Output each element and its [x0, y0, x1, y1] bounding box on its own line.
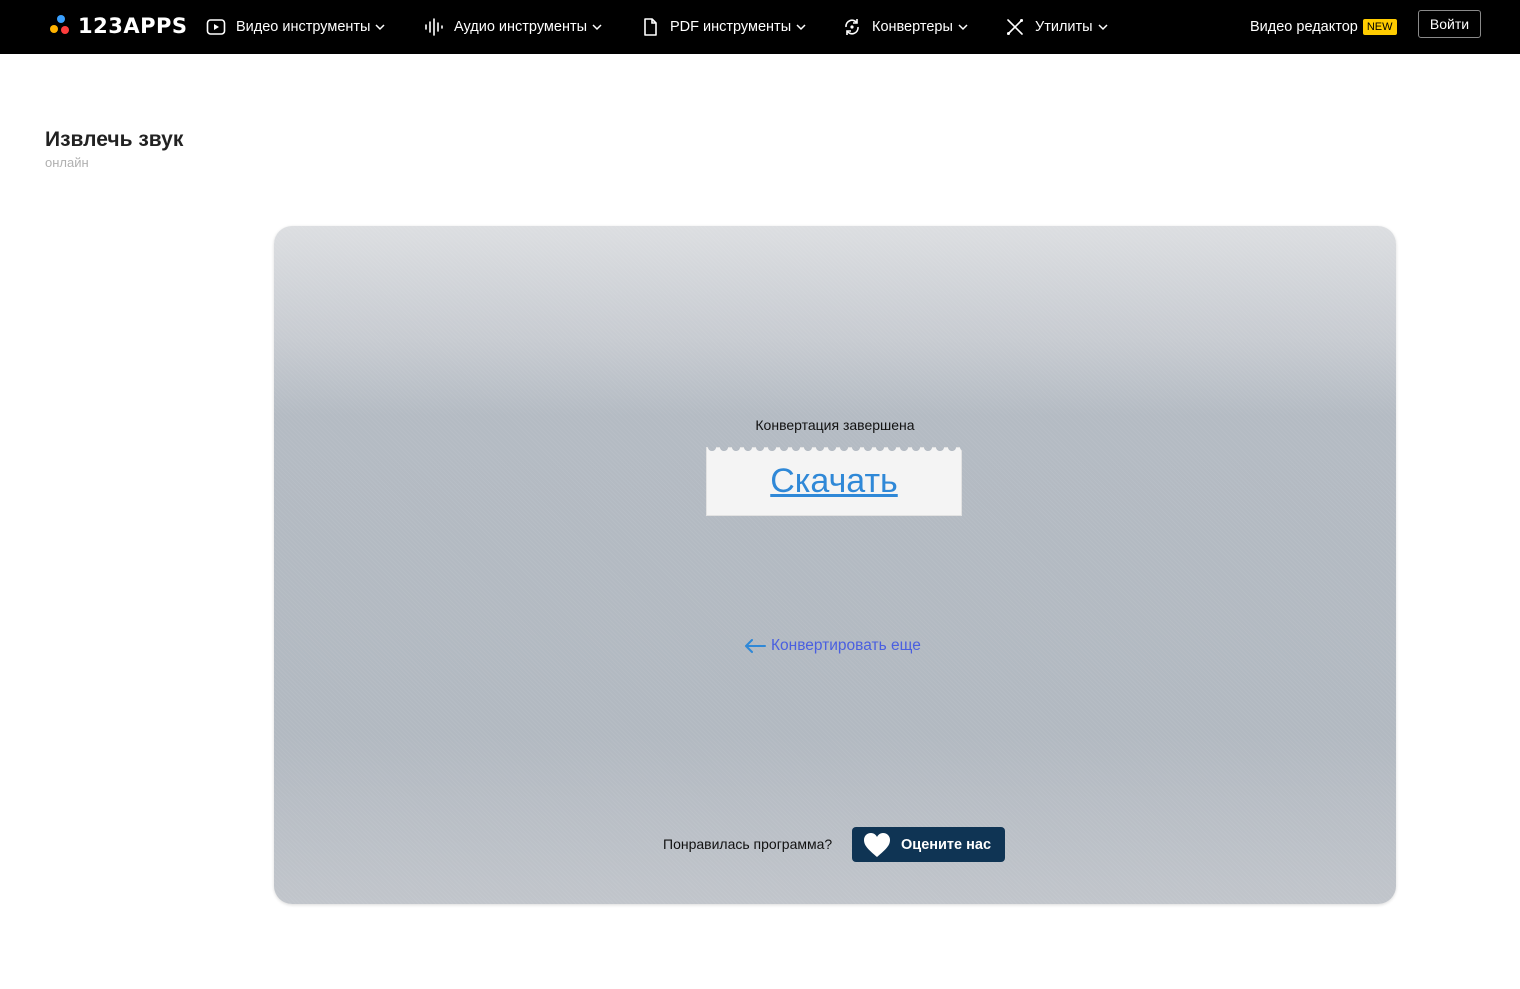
convert-more-label: Конвертировать еще — [771, 637, 921, 654]
convert-more-link[interactable]: Конвертировать еще — [744, 637, 921, 655]
result-panel: Конвертация завершена Скачать Конвертиро… — [274, 226, 1396, 904]
page-title: Извлечь звук — [45, 128, 184, 151]
nav-utilities-label: Утилиты — [1035, 19, 1093, 35]
waveform-icon — [424, 17, 444, 37]
nav-video-tools[interactable]: Видео инструменты — [206, 0, 386, 54]
video-editor-label: Видео редактор — [1250, 19, 1358, 35]
heart-icon — [864, 832, 890, 857]
nav-converters-label: Конвертеры — [872, 19, 953, 35]
nav-video-tools-label: Видео инструменты — [236, 19, 371, 35]
nav-pdf-tools[interactable]: PDF инструменты — [640, 0, 806, 54]
download-button[interactable]: Скачать — [770, 462, 898, 501]
chevron-down-icon — [592, 24, 602, 31]
nav-converters[interactable]: Конвертеры — [842, 0, 968, 54]
nav-audio-tools[interactable]: Аудио инструменты — [424, 0, 602, 54]
rate-us-label: Оцените нас — [901, 836, 992, 853]
logo-text: 123APPS — [78, 14, 188, 38]
logo-dots-icon — [50, 15, 72, 37]
new-badge: NEW — [1362, 19, 1397, 35]
nav-audio-tools-label: Аудио инструменты — [454, 19, 588, 35]
arrow-left-icon — [745, 639, 766, 653]
rate-question: Понравилась программа? — [663, 836, 833, 852]
chevron-down-icon — [958, 24, 968, 31]
top-navigation-bar: 123APPS Видео инструменты Аудио инструме… — [0, 0, 1520, 54]
login-button[interactable]: Войти — [1418, 10, 1481, 38]
tools-icon — [1005, 17, 1025, 37]
chevron-down-icon — [796, 24, 806, 31]
chevron-down-icon — [375, 24, 386, 31]
logo[interactable]: 123APPS — [50, 13, 188, 39]
download-stamp: Скачать — [706, 447, 962, 516]
chevron-down-icon — [1098, 24, 1108, 31]
page-subtitle: онлайн — [45, 155, 89, 170]
play-circle-icon — [206, 17, 226, 37]
document-icon — [640, 17, 660, 37]
conversion-status: Конвертация завершена — [755, 417, 915, 433]
nav-utilities[interactable]: Утилиты — [1005, 0, 1108, 54]
rate-us-button[interactable]: Оцените нас — [852, 827, 1005, 862]
nav-pdf-tools-label: PDF инструменты — [670, 19, 792, 35]
convert-icon — [842, 17, 862, 37]
video-editor-link[interactable]: Видео редактор NEW — [1250, 0, 1397, 54]
